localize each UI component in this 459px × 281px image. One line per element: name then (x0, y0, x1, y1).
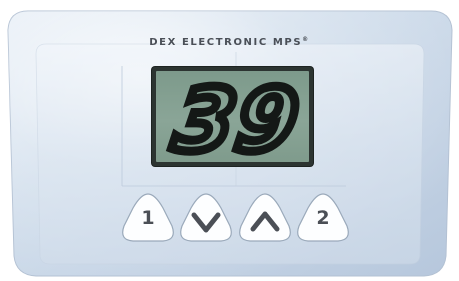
button-shape (239, 193, 291, 242)
down-button[interactable] (177, 190, 235, 246)
brand-title: DEX ELECTRONIC MPS® (0, 36, 459, 48)
registered-mark: ® (302, 36, 310, 43)
display-value: 39 (168, 71, 306, 162)
preset-2-button[interactable]: 2 (294, 190, 352, 246)
brand-name: DEX ELECTRONIC MPS (149, 37, 303, 48)
control-panel: DEX ELECTRONIC MPS® 39 1 2 (0, 0, 459, 281)
lcd-digits: 39 (164, 71, 309, 162)
lcd-display: 39 (156, 71, 309, 162)
lcd-display-frame: 39 (152, 67, 313, 166)
up-button[interactable] (236, 190, 294, 246)
preset-1-label: 1 (141, 207, 155, 229)
button-shape (180, 193, 232, 242)
preset-1-button[interactable]: 1 (119, 190, 177, 246)
preset-2-label: 2 (316, 207, 330, 229)
